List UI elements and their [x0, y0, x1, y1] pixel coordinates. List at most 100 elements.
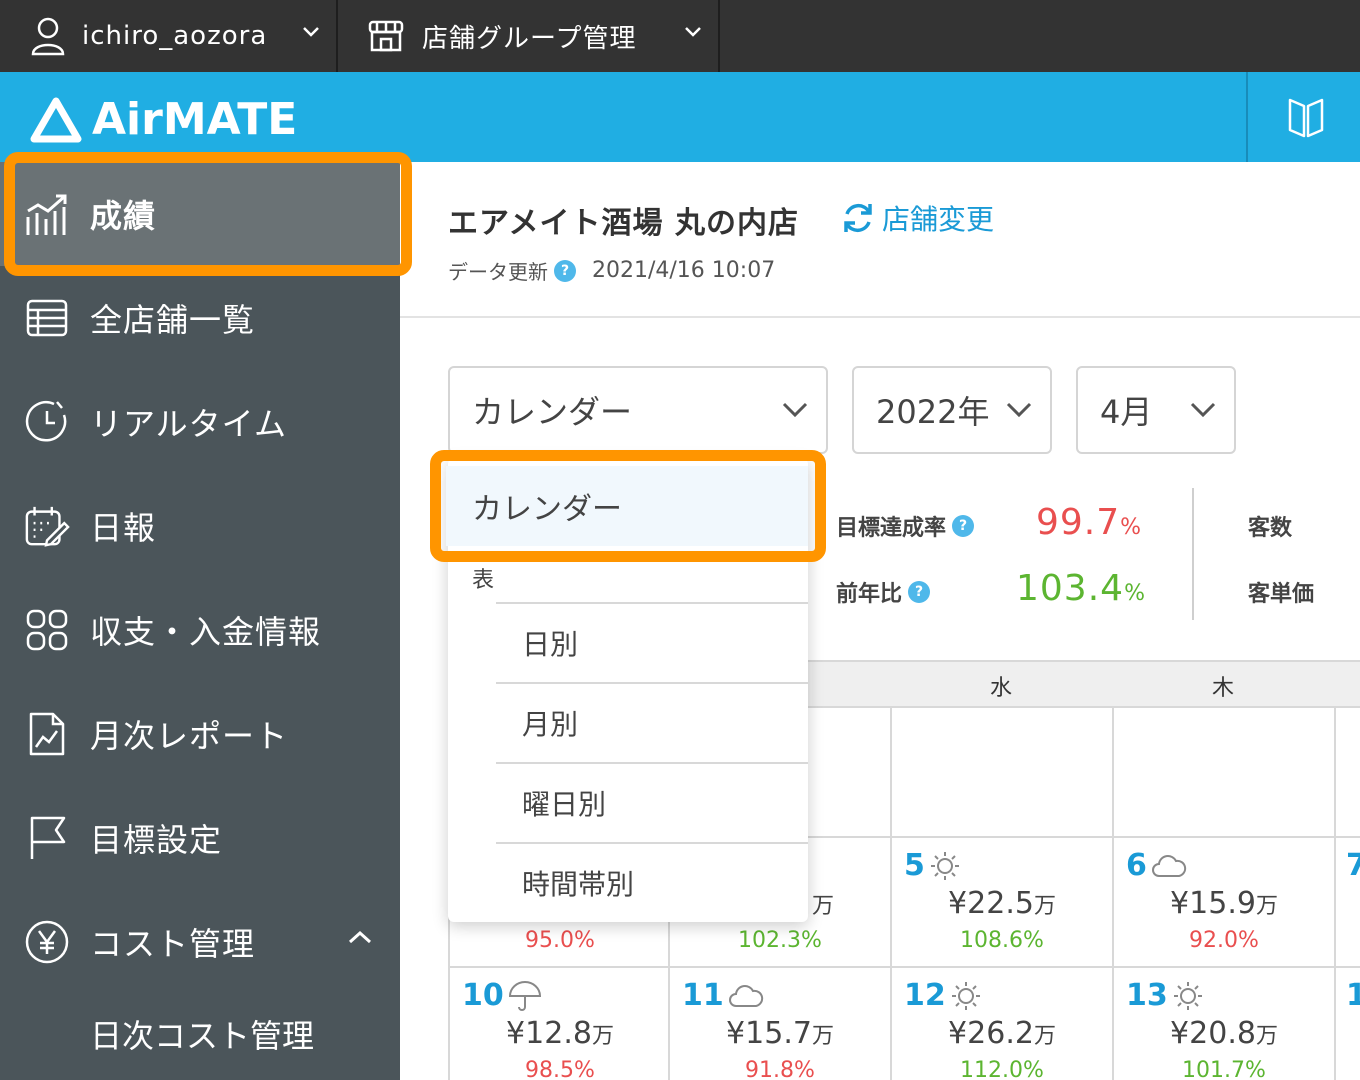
cell-amount: ¥15.7万: [726, 1016, 834, 1051]
chevron-down-icon: [782, 402, 808, 418]
kpi-target-value: 99.7%: [1036, 502, 1143, 543]
sidebar-item-label: 月次レポート: [90, 717, 289, 755]
calendar-cell[interactable]: 5 ¥22.5万 108.6%: [892, 838, 1112, 966]
chart-icon: [24, 191, 70, 237]
calendar-cell[interactable]: 1: [1336, 968, 1360, 1080]
cell-rate: 112.0%: [960, 1058, 1044, 1080]
user-menu[interactable]: ichiro_aozora: [0, 0, 338, 72]
dropdown-option-calendar[interactable]: カレンダー: [446, 466, 808, 546]
sidebar-item-realtime[interactable]: リアルタイム: [0, 370, 400, 474]
cell-rate: 102.3%: [738, 928, 822, 953]
cell-day: 6: [1126, 848, 1187, 883]
cell-day: 12: [904, 978, 982, 1013]
header-divider: [1246, 72, 1248, 162]
app-header: AirMATE: [0, 72, 1360, 162]
calendar-cell[interactable]: 7: [1336, 838, 1360, 966]
data-update: データ更新 ? 2021/4/16 10:07: [448, 256, 775, 285]
weekday-wed: 水: [989, 676, 1012, 701]
cell-day: 7: [1346, 848, 1360, 883]
kpi-yoy-label: 前年比?: [836, 576, 931, 608]
help-icon[interactable]: ?: [952, 515, 975, 537]
sidebar-item-label: 全店舗一覧: [90, 301, 256, 339]
sidebar-item-daily-report[interactable]: 日報: [0, 474, 400, 578]
kpi-customers-label: 客数: [1248, 516, 1293, 541]
help-icon[interactable]: ?: [908, 581, 931, 603]
sidebar-item-target[interactable]: 目標設定: [0, 786, 400, 890]
calendar-edit-icon: [24, 503, 70, 549]
cloud-icon: [728, 984, 763, 1007]
clock-icon: [24, 399, 70, 445]
sun-icon: [930, 851, 959, 880]
table-icon: [24, 295, 70, 341]
help-icon[interactable]: ?: [554, 259, 576, 282]
cell-day: 11: [682, 978, 764, 1013]
sidebar-item-all-stores[interactable]: 全店舗一覧: [0, 266, 400, 370]
cell-day: 10: [462, 978, 542, 1013]
weekday-thu: 木: [1211, 676, 1234, 701]
cell-rate: 92.0%: [1189, 928, 1259, 953]
logo-triangle-icon: [30, 97, 82, 142]
chevron-down-icon: [1006, 402, 1032, 418]
view-select[interactable]: カレンダー: [448, 366, 828, 454]
calendar-cell[interactable]: 12 ¥26.2万 112.0%: [892, 968, 1112, 1080]
data-update-label: データ更新: [448, 260, 548, 284]
sidebar-subitem-daily-cost[interactable]: 日次コスト管理: [0, 982, 400, 1080]
cell-rate: 108.6%: [960, 928, 1044, 953]
user-name: ichiro_aozora: [82, 21, 268, 51]
sidebar-item-label: 目標設定: [90, 821, 223, 859]
top-bar: ichiro_aozora 店舗グループ管理: [0, 0, 1360, 72]
sidebar-item-label: リアルタイム: [90, 405, 288, 443]
cell-day: 5: [904, 848, 961, 883]
chevron-down-icon: [303, 27, 319, 37]
cell-amount: ¥22.5万: [948, 886, 1056, 921]
refresh-icon: [844, 203, 872, 233]
sidebar-item-label: 成績: [90, 197, 157, 235]
umbrella-icon: [508, 980, 541, 1011]
store-name: エアメイト酒場 丸の内店: [448, 206, 799, 241]
guide-book-icon[interactable]: [1286, 96, 1326, 140]
kpi-target-label: 目標達成率?: [836, 510, 975, 542]
month-select[interactable]: 4月: [1076, 366, 1236, 454]
cell-day: 13: [1126, 978, 1204, 1013]
divider: [400, 316, 1360, 318]
sidebar-item-performance[interactable]: 成績: [0, 162, 400, 266]
chevron-down-icon: [685, 27, 701, 37]
grid-icon: [24, 607, 70, 653]
dropdown-group-label: 表: [472, 568, 495, 593]
calendar-cell[interactable]: 13 ¥20.8万 101.7%: [1114, 968, 1334, 1080]
airmate-logo[interactable]: AirMATE: [30, 94, 297, 145]
sidebar-item-label: 日報: [90, 509, 157, 547]
dropdown-option-hourly[interactable]: 時間帯別: [496, 842, 808, 922]
store-group-menu[interactable]: 店舗グループ管理: [340, 0, 720, 72]
kpi-yoy-value: 103.4%: [1016, 568, 1146, 609]
sidebar-item-income[interactable]: 収支・入金情報: [0, 578, 400, 682]
sun-icon: [1173, 981, 1202, 1010]
sidebar-item-monthly-report[interactable]: 月次レポート: [0, 682, 400, 786]
sidebar-item-cost[interactable]: コスト管理: [0, 890, 400, 994]
store-icon: [368, 20, 404, 52]
kpi-divider: [1192, 488, 1194, 620]
yen-icon: [24, 919, 70, 965]
year-select[interactable]: 2022年: [852, 366, 1052, 454]
dropdown-option-weekday[interactable]: 曜日別: [496, 762, 808, 842]
calendar-cell[interactable]: 11 ¥15.7万 91.8%: [670, 968, 890, 1080]
sidebar-item-label: 日次コスト管理: [90, 1017, 315, 1055]
sun-icon: [951, 981, 980, 1010]
cell-amount: ¥15.9万: [1170, 886, 1278, 921]
cloud-icon: [1151, 854, 1187, 877]
cell-amount: ¥26.2万: [948, 1016, 1056, 1051]
store-change-link[interactable]: 店舗変更: [840, 198, 994, 238]
cell-amount: ¥12.8万: [506, 1016, 614, 1051]
dropdown-option-daily[interactable]: 日別: [496, 602, 808, 682]
cell-amount: ¥20.8万: [1170, 1016, 1278, 1051]
sidebar-item-label: コスト管理: [90, 925, 256, 963]
dropdown-option-monthly[interactable]: 月別: [496, 682, 808, 762]
cell-rate: 101.7%: [1182, 1058, 1266, 1080]
user-icon: [31, 17, 65, 56]
calendar-cell[interactable]: 6 ¥15.9万 92.0%: [1114, 838, 1334, 966]
report-icon: [24, 711, 70, 757]
calendar-cell[interactable]: 10 ¥12.8万 98.5%: [450, 968, 670, 1080]
data-update-time: 2021/4/16 10:07: [592, 258, 776, 283]
cell-rate: 98.5%: [525, 1058, 595, 1080]
chevron-down-icon: [1190, 402, 1216, 418]
